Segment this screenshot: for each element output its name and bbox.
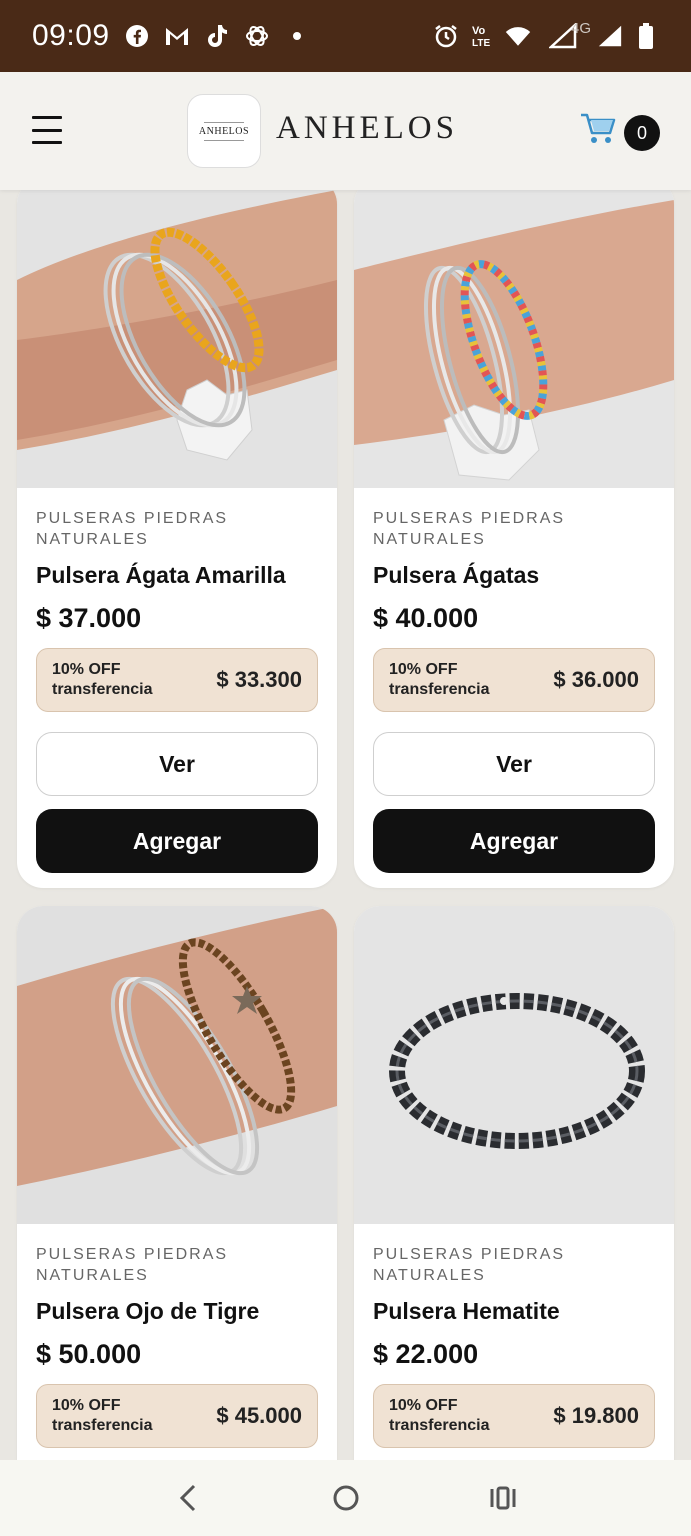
product-category: PULSERAS PIEDRAS NATURALES	[373, 510, 566, 548]
discount-box: 10% OFF transferencia $ 19.800	[373, 1384, 655, 1448]
discount-price: $ 45.000	[216, 1403, 302, 1428]
discount-box: 10% OFF transferencia $ 33.300	[36, 648, 318, 712]
discount-price: $ 19.800	[553, 1403, 639, 1428]
discount-label: 10% OFF transferencia	[52, 1397, 153, 1434]
recents-icon	[490, 1486, 515, 1510]
product-card[interactable]: PULSERAS PIEDRAS NATURALES Pulsera Ojo d…	[17, 906, 337, 1460]
system-nav-bar	[0, 1460, 691, 1536]
app-header: ANHELOS ANHELOS 0	[0, 72, 691, 190]
status-time: 09:09	[32, 19, 110, 52]
product-card[interactable]: PULSERAS PIEDRAS NATURALES Pulsera Ágata…	[354, 190, 674, 888]
product-price: $ 40.000	[373, 603, 479, 633]
signal-icon	[597, 23, 623, 49]
brand-name[interactable]: ANHELOS	[276, 110, 458, 147]
dot-icon	[284, 23, 310, 49]
product-card[interactable]: PULSERAS PIEDRAS NATURALES Pulsera Hemat…	[354, 906, 674, 1460]
home-icon	[333, 1485, 358, 1511]
brand-logo[interactable]: ANHELOS	[187, 94, 261, 168]
discount-box: 10% OFF transferencia $ 45.000	[36, 1384, 318, 1448]
product-title[interactable]: Pulsera Ágata Amarilla	[36, 562, 318, 589]
product-category: PULSERAS PIEDRAS NATURALES	[36, 1246, 229, 1284]
notification-icons	[124, 23, 310, 49]
discount-label: 10% OFF transferencia	[389, 661, 490, 698]
discount-label: 10% OFF transferencia	[389, 1397, 490, 1434]
battery-icon	[633, 23, 659, 49]
product-category: PULSERAS PIEDRAS NATURALES	[36, 510, 229, 548]
recents-button[interactable]	[483, 1478, 523, 1518]
product-price: $ 22.000	[373, 1339, 479, 1369]
menu-button[interactable]	[32, 116, 62, 144]
network-type: 4G	[571, 20, 592, 37]
product-category: PULSERAS PIEDRAS NATURALES	[373, 1246, 566, 1284]
discount-box: 10% OFF transferencia $ 36.000	[373, 648, 655, 712]
discount-label: 10% OFF transferencia	[52, 661, 153, 698]
cart-icon[interactable]	[580, 112, 616, 146]
view-button[interactable]: Ver	[36, 732, 318, 796]
status-bar: 09:09 Vo LTE 4G	[0, 0, 691, 72]
product-image[interactable]	[17, 906, 337, 1224]
cart-count-badge[interactable]: 0	[624, 115, 660, 151]
product-image[interactable]	[354, 190, 674, 488]
product-title[interactable]: Pulsera Ojo de Tigre	[36, 1298, 318, 1325]
back-icon	[179, 1484, 195, 1512]
product-image[interactable]	[17, 190, 337, 488]
menu-icon	[32, 116, 62, 119]
wifi-icon	[505, 23, 531, 49]
discount-price: $ 33.300	[216, 667, 302, 692]
add-to-cart-button[interactable]: Agregar	[36, 809, 318, 873]
view-button[interactable]: Ver	[373, 732, 655, 796]
tiktok-icon	[204, 23, 230, 49]
product-grid: PULSERAS PIEDRAS NATURALES Pulsera Ágata…	[0, 190, 691, 1460]
volte-icon: Vo LTE	[469, 23, 495, 49]
system-icons: Vo LTE 4G	[433, 21, 659, 49]
product-card[interactable]: PULSERAS PIEDRAS NATURALES Pulsera Ágata…	[17, 190, 337, 888]
product-title[interactable]: Pulsera Hematite	[373, 1298, 655, 1325]
chatgpt-icon	[244, 23, 270, 49]
svg-text:LTE: LTE	[472, 38, 490, 49]
product-title[interactable]: Pulsera Ágatas	[373, 562, 655, 589]
discount-price: $ 36.000	[553, 667, 639, 692]
alarm-icon	[433, 23, 459, 49]
svg-text:Vo: Vo	[472, 25, 486, 37]
product-price: $ 37.000	[36, 603, 142, 633]
gmail-icon	[164, 23, 190, 49]
product-image[interactable]	[354, 906, 674, 1224]
facebook-icon	[124, 23, 150, 49]
home-button[interactable]	[326, 1478, 366, 1518]
add-to-cart-button[interactable]: Agregar	[373, 809, 655, 873]
product-price: $ 50.000	[36, 1339, 142, 1369]
logo-text: ANHELOS	[198, 125, 250, 137]
signal-icon: 4G	[541, 21, 591, 49]
back-button[interactable]	[169, 1478, 209, 1518]
